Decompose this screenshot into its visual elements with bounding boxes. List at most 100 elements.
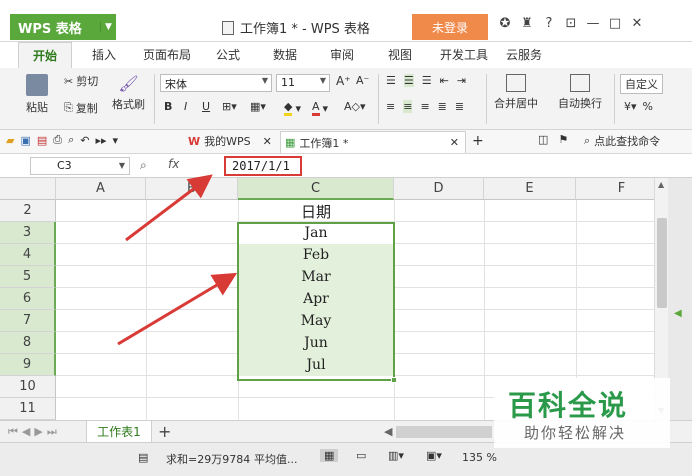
row-header[interactable]: 9 <box>0 354 56 376</box>
italic-button[interactable]: I <box>184 100 187 113</box>
align-center-icon[interactable]: ≡ <box>403 100 413 113</box>
command-search[interactable]: ⌕ 点此查找命令 <box>584 133 660 149</box>
merge-center-button[interactable]: 合并居中 <box>494 74 538 111</box>
tab-review[interactable]: 审阅 <box>330 46 354 63</box>
select-all-corner[interactable] <box>0 178 56 200</box>
fx-icon[interactable]: fx <box>168 157 179 171</box>
column-header-c[interactable]: C <box>238 178 394 200</box>
restore-icon[interactable]: ⊡ <box>560 16 582 31</box>
formula-input[interactable]: 2017/1/1 <box>224 156 302 176</box>
zoom-level[interactable]: 135 % <box>462 451 497 464</box>
indent-increase-icon[interactable]: ⇥ <box>457 74 466 87</box>
minimize-icon[interactable]: — <box>582 16 604 31</box>
add-sheet-button[interactable]: + <box>158 422 171 441</box>
column-header-e[interactable]: E <box>484 178 576 200</box>
close-icon[interactable]: ✕ <box>626 16 648 31</box>
hscroll-left-icon[interactable]: ◀ <box>384 425 392 438</box>
format-painter-button[interactable]: 🖌 格式刷 <box>112 74 145 112</box>
align-left-icon[interactable]: ≡ <box>386 100 395 113</box>
name-box[interactable]: C3 ▼ <box>30 157 130 175</box>
close-icon[interactable]: ✕ <box>263 135 272 148</box>
tab-formulas[interactable]: 公式 <box>216 46 240 63</box>
clear-format-button[interactable]: A◇▾ <box>344 100 366 113</box>
page-break-icon[interactable]: ▥▾ <box>388 449 404 462</box>
dropdown-icon[interactable]: ▾ <box>113 134 119 147</box>
currency-icon[interactable]: ¥▾ <box>624 100 637 113</box>
help-icon[interactable]: ? <box>538 16 560 31</box>
row-header[interactable]: 11 <box>0 398 56 420</box>
cut-button[interactable]: ✂ 剪切 <box>64 73 98 89</box>
increase-font-button[interactable]: A⁺ <box>336 74 351 88</box>
shirt-icon[interactable]: ♜ <box>516 16 538 31</box>
print-preview-icon[interactable]: ⌕ <box>68 133 74 147</box>
horizontal-scrollbar[interactable] <box>396 426 492 438</box>
sheet-tab-1[interactable]: 工作表1 <box>86 421 152 443</box>
sheet-nav-icons[interactable]: ⏮◀▶⏭ <box>8 425 61 439</box>
wrap-text-button[interactable]: 自动换行 <box>558 74 602 111</box>
decrease-font-button[interactable]: A⁻ <box>356 74 369 87</box>
font-name-select[interactable]: 宋体 ▼ <box>160 74 272 92</box>
indent-decrease-icon[interactable]: ⇤ <box>440 74 449 87</box>
fill-handle[interactable] <box>391 377 397 383</box>
row-header[interactable]: 8 <box>0 332 56 354</box>
reading-mode-icon[interactable]: ▣▾ <box>426 449 442 462</box>
normal-view-icon[interactable]: ▦ <box>320 449 339 462</box>
tab-document[interactable]: ▦ 工作簿1 * ✕ <box>280 131 466 153</box>
settings-icon[interactable]: ✪ <box>494 16 516 31</box>
distribute-icon[interactable]: ≣ <box>455 100 464 113</box>
font-color-button[interactable]: A ▾ <box>312 100 328 116</box>
tab-my-wps[interactable]: W 我的WPS ✕ <box>188 133 272 149</box>
scrollbar-thumb[interactable] <box>657 218 667 308</box>
open-folder-icon[interactable]: ▰ <box>6 134 14 147</box>
row-header[interactable]: 4 <box>0 244 56 266</box>
chevron-down-icon[interactable]: ▼ <box>100 22 116 32</box>
tab-home[interactable]: 开始 <box>18 42 72 68</box>
fill-pattern-button[interactable]: ▦▾ <box>250 100 266 113</box>
export-pdf-icon[interactable]: ▤ <box>37 134 47 147</box>
app-menu-button[interactable]: WPS 表格 ▼ <box>10 14 116 40</box>
flag-icon[interactable]: ⚑ <box>558 133 568 146</box>
column-header-a[interactable]: A <box>56 178 146 200</box>
more-icon[interactable]: ▸▸ <box>95 134 106 147</box>
maximize-icon[interactable]: □ <box>604 16 626 31</box>
align-middle-icon[interactable]: ☰ <box>403 74 414 87</box>
clipboard-icon[interactable]: ◫ <box>538 133 548 146</box>
save-icon[interactable]: ▣ <box>20 134 30 147</box>
row-header[interactable]: 6 <box>0 288 56 310</box>
column-header-d[interactable]: D <box>394 178 484 200</box>
page-layout-icon[interactable]: ▭ <box>356 449 366 462</box>
align-bottom-icon[interactable]: ☰ <box>422 74 432 87</box>
align-right-icon[interactable]: ≡ <box>420 100 429 113</box>
cell-c2[interactable]: 日期 <box>238 200 394 222</box>
column-header-b[interactable]: B <box>146 178 238 200</box>
tab-cloud[interactable]: 云服务 <box>506 46 542 63</box>
borders-button[interactable]: ⊞▾ <box>222 100 237 113</box>
copy-button[interactable]: ⎘ 复制 <box>64 100 98 116</box>
login-button[interactable]: 未登录 <box>412 14 488 40</box>
number-format-select[interactable]: 自定义 <box>620 74 663 94</box>
print-icon[interactable]: ⎙ <box>53 133 62 147</box>
new-tab-button[interactable]: + <box>472 133 484 149</box>
zoom-search-icon[interactable]: ⌕ <box>140 158 147 173</box>
undo-icon[interactable]: ↶ <box>80 134 89 147</box>
tab-data[interactable]: 数据 <box>273 46 297 63</box>
row-header[interactable]: 5 <box>0 266 56 288</box>
status-average[interactable]: 平均值... <box>254 451 298 467</box>
row-header[interactable]: 10 <box>0 376 56 398</box>
tab-insert[interactable]: 插入 <box>92 46 116 63</box>
font-size-select[interactable]: 11 ▼ <box>276 74 330 92</box>
fill-color-button[interactable]: ◆ ▾ <box>284 100 301 116</box>
side-panel-toggle-icon[interactable]: ◀ <box>674 308 682 319</box>
scroll-up-icon[interactable]: ▲ <box>658 180 664 189</box>
bold-button[interactable]: B <box>164 100 172 113</box>
row-header[interactable]: 3 <box>0 222 56 244</box>
tab-view[interactable]: 视图 <box>388 46 412 63</box>
row-header[interactable]: 7 <box>0 310 56 332</box>
paste-button[interactable]: 粘贴 <box>26 74 48 115</box>
row-header[interactable]: 2 <box>0 200 56 222</box>
close-icon[interactable]: ✕ <box>450 136 459 149</box>
tab-developer[interactable]: 开发工具 <box>440 46 488 63</box>
tab-page-layout[interactable]: 页面布局 <box>143 46 191 63</box>
justify-icon[interactable]: ≣ <box>438 100 447 113</box>
underline-button[interactable]: U <box>202 100 210 113</box>
